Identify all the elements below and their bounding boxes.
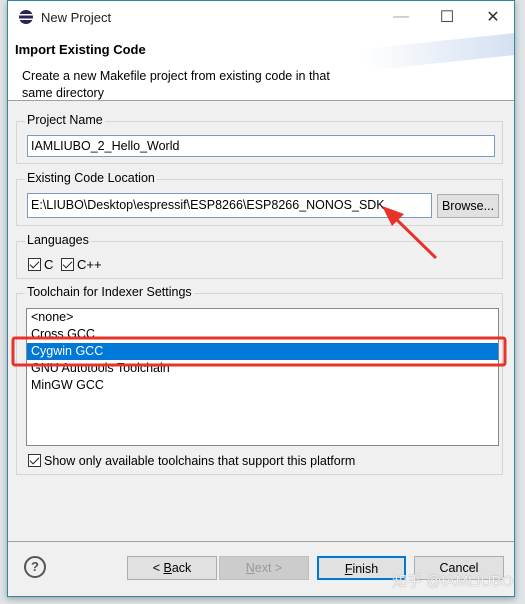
annotation-arrow [393, 216, 438, 260]
annotation-overlay [11, 206, 507, 367]
annotation-highlight-box [11, 336, 507, 367]
watermark: 知乎 @IAMLIUBO [392, 573, 514, 590]
